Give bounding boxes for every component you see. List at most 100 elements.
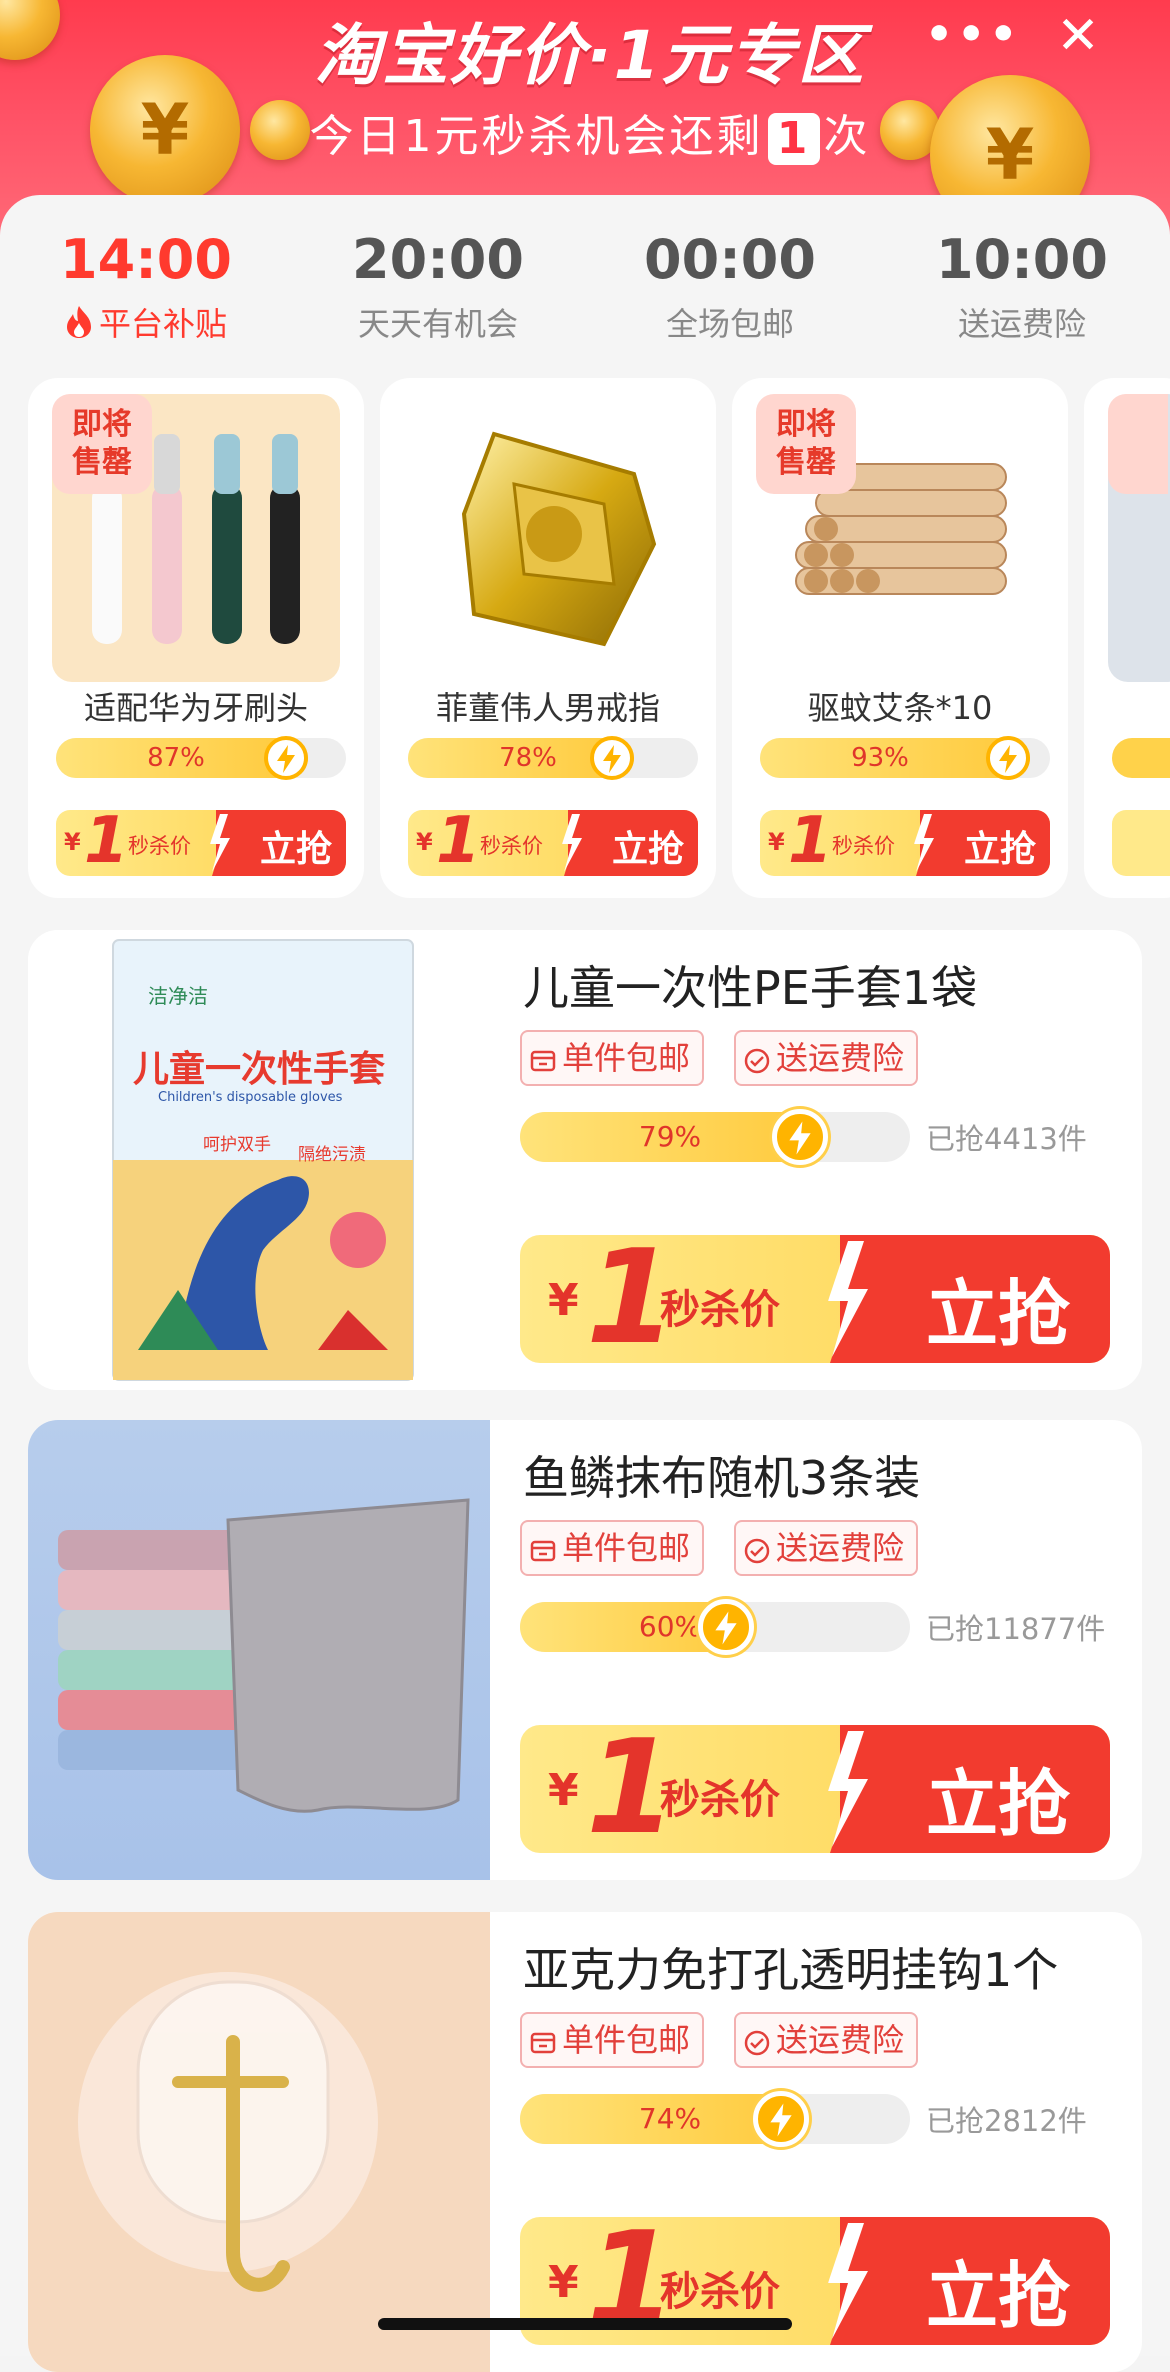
home-indicator[interactable] [378, 2318, 792, 2330]
tab-desc: 送运费险 [957, 305, 1086, 343]
flash-buy-button[interactable]: ¥ 1 秒杀价 立抢 [520, 1725, 1110, 1853]
chip-label: 单件包邮 [562, 1529, 691, 1567]
price-currency: ¥ [548, 1275, 579, 1326]
product-title: 鱼鳞抹布随机3条装 [523, 1451, 921, 1505]
package-title: 儿童一次性手套 [133, 1049, 386, 1090]
grab-label: 立抢 [259, 829, 332, 870]
lightning-icon [264, 736, 308, 780]
session-tabs: 14:00 平台补贴 20:00 天天有机会 00:00 全场包邮 10:00 … [0, 225, 1170, 345]
product-image [28, 1912, 490, 2372]
mini-product-card[interactable]: 即将 售罄 适配华为牙刷头 87% ¥ 1 秒杀价 立抢 [28, 378, 364, 898]
more-options-button[interactable]: ••• [925, 13, 1017, 75]
remaining-suffix: 次 [823, 111, 871, 162]
flash-buy-button[interactable]: ¥ 1 秒杀价 立抢 [408, 810, 698, 876]
box-icon [530, 2032, 556, 2054]
grab-label: 立抢 [925, 2254, 1070, 2338]
tab-1400[interactable]: 14:00 平台补贴 [0, 225, 292, 345]
selling-out-badge: 即将 售罄 [756, 394, 856, 494]
shipping-insurance-chip: 送运费险 [734, 2012, 919, 2068]
close-button[interactable]: ✕ [1048, 6, 1108, 66]
product-image: 洁净洁 儿童一次性手套 Children's disposable gloves… [28, 930, 490, 1390]
price-currency: ¥ [548, 1765, 579, 1816]
price-currency: ¥ [548, 2257, 579, 2308]
progress-bar: 60% [520, 1599, 910, 1655]
price-tag: 秒杀价 [832, 834, 895, 858]
lightning-divider-icon [914, 810, 940, 876]
tab-time: 14:00 [60, 228, 232, 291]
price-currency: ¥ [416, 828, 433, 856]
gold-ring-image [461, 431, 657, 647]
product-card[interactable]: 洁净洁 儿童一次性手套 Children's disposable gloves… [28, 930, 1142, 1390]
remaining-text: 今日1元秒杀机会还剩 [309, 111, 764, 162]
product-card[interactable]: 鱼鳞抹布随机3条装 单件包邮 送运费险 60% 已抢11877件 ¥ 1 秒杀价… [28, 1420, 1142, 1880]
chip-label: 单件包邮 [562, 1039, 691, 1077]
flash-buy-button[interactable]: ¥ 1 秒杀价 立抢 [520, 1235, 1110, 1363]
grab-label: 立抢 [925, 1272, 1070, 1356]
product-title: 儿童一次性PE手套1袋 [523, 961, 978, 1015]
sold-count: 已抢4413件 [926, 1122, 1087, 1156]
flash-buy-button[interactable] [1112, 810, 1170, 876]
fish-scale-cloths-image [58, 1498, 470, 1813]
lightning-divider-icon [210, 810, 236, 876]
lightning-icon [986, 736, 1030, 780]
selling-out-badge [1108, 394, 1168, 494]
coin-icon [0, 0, 60, 60]
package-note: 隔绝污渍 [298, 1145, 366, 1165]
shipping-insurance-chip: 送运费险 [734, 1520, 919, 1576]
product-image [404, 394, 692, 682]
product-name: 适配华为牙刷头 [83, 689, 308, 727]
grab-label: 立抢 [963, 829, 1036, 870]
progress-bar: 79% [520, 1109, 910, 1165]
check-circle-icon [744, 1538, 770, 1564]
tab-1000[interactable]: 10:00 送运费险 [876, 225, 1168, 345]
progress-bar: 78% [408, 736, 698, 780]
coin-icon: ¥ [90, 55, 240, 205]
progress-bar: 93% [760, 736, 1050, 780]
tab-desc: 天天有机会 [357, 305, 518, 343]
tab-0000[interactable]: 00:00 全场包邮 [584, 225, 876, 345]
selling-out-badge: 即将 售罄 [52, 394, 152, 494]
free-shipping-chip: 单件包邮 [520, 1030, 705, 1086]
progress-bar: 87% [56, 736, 346, 780]
price-value: 1 [84, 810, 129, 876]
flash-buy-button[interactable]: ¥ 1 秒杀价 立抢 [760, 810, 1050, 876]
page-title: 淘宝好价·1元专区 [314, 17, 866, 94]
tab-desc-label: 平台补贴 [98, 305, 227, 343]
chip-label: 送运费险 [776, 2021, 905, 2059]
tab-desc: 全场包邮 [665, 305, 794, 343]
price-tag: 秒杀价 [480, 834, 543, 858]
tab-time: 10:00 [936, 228, 1108, 291]
product-image [28, 1420, 490, 1880]
mini-product-card[interactable]: 菲董伟人男戒指 78% ¥ 1 秒杀价 立抢 [380, 378, 716, 898]
grab-label: 立抢 [925, 1762, 1070, 1846]
chip-label: 送运费险 [776, 1529, 905, 1567]
price-tag: 秒杀价 [660, 1777, 780, 1823]
tab-2000[interactable]: 20:00 天天有机会 [292, 225, 584, 345]
tab-time: 20:00 [352, 228, 524, 291]
sold-count: 已抢2812件 [926, 2104, 1087, 2138]
progress-bar [1112, 738, 1170, 778]
price-tag: 秒杀价 [660, 2269, 780, 2315]
flash-buy-button[interactable]: ¥ 1 秒杀价 立抢 [56, 810, 346, 876]
price-tag: 秒杀价 [660, 1287, 780, 1333]
package-brand: 洁净洁 [148, 984, 208, 1008]
check-circle-icon [744, 1048, 770, 1074]
free-shipping-chip: 单件包邮 [520, 1520, 705, 1576]
product-name: 菲董伟人男戒指 [435, 689, 660, 727]
lightning-divider-icon [828, 1235, 880, 1363]
remaining-count: 1 [767, 113, 820, 165]
mini-product-card-partial[interactable] [1084, 378, 1170, 898]
price-currency: ¥ [768, 828, 785, 856]
progress-percent: 93% [851, 743, 909, 773]
chip-label: 送运费险 [776, 1039, 905, 1077]
progress-percent: 87% [147, 743, 205, 773]
price-value: 1 [436, 810, 481, 876]
product-name: 驱蚊艾条*10 [807, 689, 993, 727]
grab-label: 立抢 [611, 829, 684, 870]
lightning-divider-icon [828, 2217, 880, 2345]
lightning-icon [698, 1599, 754, 1655]
mini-product-card[interactable]: 即将 售罄 驱蚊艾条*10 93% ¥ 1 秒杀价 立抢 [732, 378, 1068, 898]
tab-desc: 平台补贴 [0, 299, 292, 345]
product-card[interactable]: 亚克力免打孔透明挂钩1个 单件包邮 送运费险 74% 已抢2812件 ¥ 1 秒… [28, 1912, 1142, 2372]
chip-label: 单件包邮 [562, 2021, 691, 2059]
